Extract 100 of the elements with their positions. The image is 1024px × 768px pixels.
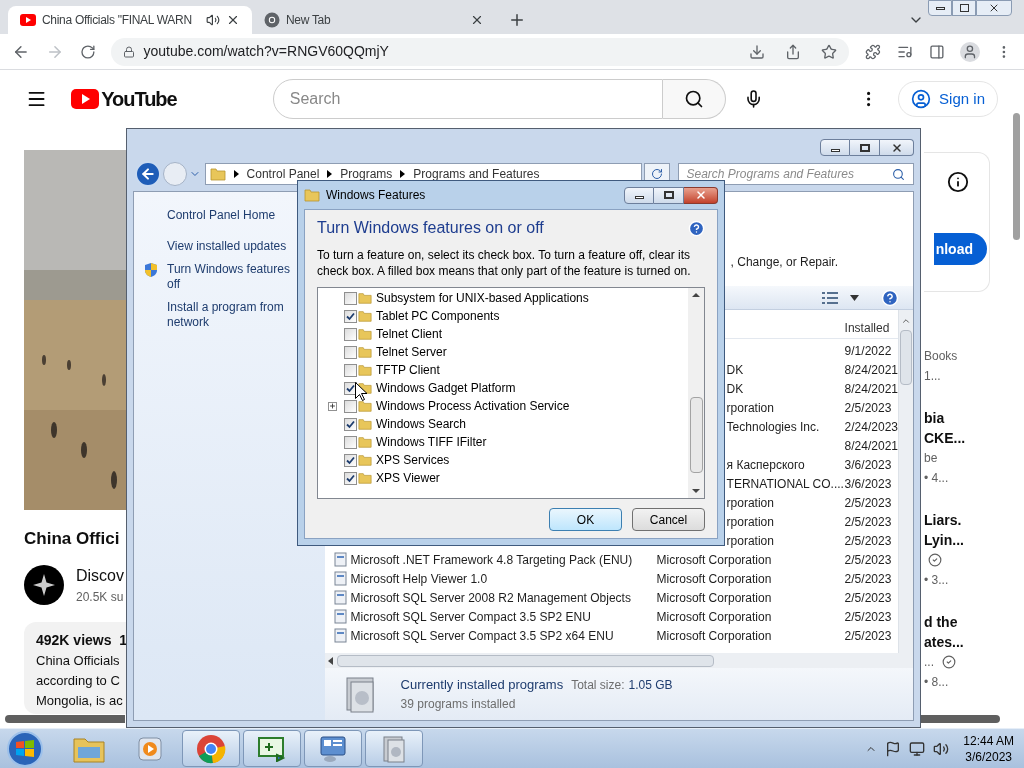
taskbar-button[interactable] bbox=[304, 730, 362, 767]
minimize-button[interactable] bbox=[820, 139, 850, 156]
feature-name[interactable]: Windows TIFF IFilter bbox=[376, 433, 487, 451]
cancel-button[interactable]: Cancel bbox=[632, 508, 705, 531]
feature-name[interactable]: Subsystem for UNIX-based Applications bbox=[376, 289, 589, 307]
download-button[interactable]: nload bbox=[933, 233, 987, 265]
scrollbar-thumb[interactable] bbox=[5, 715, 125, 723]
feature-name[interactable]: Windows Process Activation Service bbox=[376, 397, 570, 415]
view-list-icon[interactable] bbox=[822, 290, 838, 305]
sidebar-link[interactable]: Control Panel Home bbox=[167, 208, 276, 223]
scrollbar-thumb[interactable] bbox=[689, 397, 703, 473]
checkbox[interactable] bbox=[344, 471, 357, 485]
breadcrumb-item[interactable]: Programs and Features bbox=[413, 165, 540, 183]
taskbar-button[interactable] bbox=[182, 730, 240, 767]
extensions-icon[interactable] bbox=[864, 43, 881, 60]
checkbox[interactable] bbox=[344, 309, 357, 323]
bookmark-icon[interactable] bbox=[820, 43, 837, 60]
search-button[interactable] bbox=[662, 79, 726, 119]
help-icon[interactable] bbox=[688, 219, 705, 237]
program-name[interactable]: Microsoft SQL Server 2008 R2 Management Objects bbox=[350, 588, 631, 607]
video-title[interactable]: CKE... bbox=[924, 428, 990, 448]
breadcrumb-item[interactable]: Control Panel bbox=[246, 165, 320, 183]
address-bar[interactable]: youtube.com/watch?v=RNGV60QQmjY bbox=[111, 37, 849, 66]
scrollbar-thumb[interactable] bbox=[1013, 113, 1020, 240]
taskbar-button[interactable] bbox=[365, 730, 423, 767]
sidebar-link[interactable]: Install a program from network bbox=[167, 300, 284, 330]
restore-button[interactable] bbox=[952, 0, 976, 16]
sidebar-link[interactable]: Turn Windows features off bbox=[167, 262, 290, 292]
network-icon[interactable] bbox=[909, 740, 926, 757]
flag-icon[interactable] bbox=[885, 740, 902, 757]
back-button[interactable] bbox=[135, 161, 161, 187]
feature-name[interactable]: Telnet Server bbox=[376, 343, 447, 361]
reload-icon[interactable] bbox=[79, 43, 96, 60]
checkbox[interactable] bbox=[344, 417, 357, 431]
caret-icon[interactable] bbox=[850, 294, 859, 301]
checkbox[interactable] bbox=[344, 399, 357, 413]
checkbox[interactable] bbox=[344, 345, 357, 359]
video-title[interactable]: Lyin... bbox=[924, 530, 990, 550]
maximize-button[interactable] bbox=[654, 186, 684, 204]
scrollbar[interactable] bbox=[898, 310, 913, 653]
minimize-button[interactable] bbox=[928, 0, 952, 16]
sidebar-link[interactable]: View installed updates bbox=[167, 239, 287, 254]
video-title[interactable]: bia bbox=[924, 408, 990, 428]
ok-button[interactable]: OK bbox=[549, 508, 622, 531]
subscriber-count: 20.5K su bbox=[76, 588, 124, 606]
scrollbar-thumb[interactable] bbox=[336, 654, 714, 667]
feature-name[interactable]: Tablet PC Components bbox=[376, 307, 500, 325]
scrollbar[interactable] bbox=[324, 653, 913, 668]
scrollbar-thumb[interactable] bbox=[921, 715, 1000, 723]
channel-avatar bbox=[24, 564, 64, 605]
expand-icon[interactable] bbox=[327, 401, 337, 411]
feature-name[interactable]: XPS Viewer bbox=[376, 469, 440, 487]
browser-tab[interactable]: New Tab bbox=[252, 6, 496, 34]
program-name[interactable]: Microsoft .NET Framework 4.8 Targeting Pack (ENU) bbox=[350, 550, 633, 569]
help-icon[interactable] bbox=[881, 288, 899, 307]
program-name[interactable]: Microsoft SQL Server Compact 3.5 SP2 ENU bbox=[350, 607, 591, 626]
program-name[interactable]: Microsoft SQL Server Compact 3.5 SP2 x64 ENU bbox=[350, 626, 614, 645]
video-meta: • 8... bbox=[924, 674, 949, 691]
start-button[interactable] bbox=[6, 729, 44, 768]
lock-icon[interactable] bbox=[123, 45, 136, 58]
close-icon[interactable] bbox=[470, 13, 484, 27]
feature-name[interactable]: TFTP Client bbox=[376, 361, 440, 379]
program-name[interactable]: Microsoft Help Viewer 1.0 bbox=[350, 569, 488, 588]
video-title[interactable]: d the bbox=[924, 612, 990, 632]
browser-tab[interactable]: China Officials "FINAL WARN bbox=[8, 6, 252, 34]
minimize-button[interactable] bbox=[624, 186, 654, 204]
close-button[interactable] bbox=[976, 0, 1012, 16]
volume-icon[interactable] bbox=[933, 740, 950, 757]
close-button[interactable] bbox=[684, 186, 718, 204]
feature-name[interactable]: XPS Services bbox=[376, 451, 450, 469]
maximize-button[interactable] bbox=[850, 139, 880, 156]
feature-name[interactable]: Telnet Client bbox=[376, 325, 443, 343]
scrollbar[interactable] bbox=[688, 288, 704, 498]
video-meta: • 4... bbox=[924, 470, 949, 487]
new-tab-icon[interactable] bbox=[508, 11, 526, 29]
taskbar-button[interactable] bbox=[243, 730, 301, 767]
info-icon[interactable] bbox=[947, 171, 969, 193]
checkbox[interactable] bbox=[344, 327, 357, 341]
side-panel-icon[interactable] bbox=[928, 43, 945, 60]
feature-name[interactable]: Windows Gadget Platform bbox=[376, 379, 516, 397]
site-logo[interactable]: YouTube bbox=[101, 84, 177, 114]
scroll-up-icon[interactable] bbox=[901, 316, 911, 326]
breadcrumb-item[interactable]: Programs bbox=[340, 165, 393, 183]
video-title[interactable]: Liars. bbox=[924, 510, 990, 530]
profile-icon[interactable] bbox=[960, 41, 981, 62]
column-header[interactable]: Installed bbox=[838, 315, 890, 338]
search-field[interactable]: Search Programs and Features bbox=[677, 163, 914, 185]
checkbox[interactable] bbox=[344, 363, 357, 377]
close-button[interactable] bbox=[880, 139, 914, 156]
feature-name[interactable]: Windows Search bbox=[376, 415, 467, 433]
scrollbar-thumb[interactable] bbox=[900, 330, 912, 385]
video-title[interactable]: ates... bbox=[924, 632, 990, 652]
clock[interactable]: 12:44 AM 3/6/2023 bbox=[963, 732, 1014, 765]
install-icon[interactable] bbox=[748, 43, 765, 60]
share-icon[interactable] bbox=[784, 43, 801, 60]
channel-name[interactable]: Discov bbox=[76, 563, 124, 588]
checkbox[interactable] bbox=[344, 291, 357, 305]
close-icon[interactable] bbox=[226, 13, 240, 27]
checkbox[interactable] bbox=[344, 453, 357, 467]
checkbox[interactable] bbox=[344, 435, 357, 449]
